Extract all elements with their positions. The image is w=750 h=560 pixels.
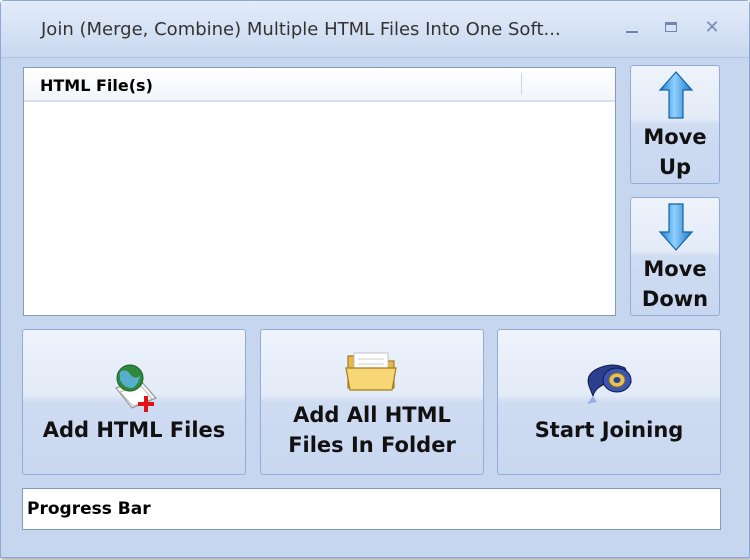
minimize-button[interactable] — [621, 17, 643, 39]
maximize-button[interactable] — [661, 17, 683, 39]
tape-icon — [587, 364, 632, 404]
close-button[interactable]: ✕ — [701, 17, 723, 39]
move-up-button[interactable]: Move Up — [630, 65, 720, 184]
add-folder-label-line1: Add All HTML — [293, 403, 451, 427]
add-html-files-button[interactable]: Add HTML Files — [22, 329, 246, 475]
column-separator[interactable] — [521, 73, 522, 95]
title-bar[interactable]: Join (Merge, Combine) Multiple HTML File… — [1, 1, 749, 58]
add-html-files-label: Add HTML Files — [42, 418, 226, 442]
minimize-icon — [626, 31, 638, 33]
window-title: Join (Merge, Combine) Multiple HTML File… — [41, 19, 561, 40]
move-down-label: Move Down — [631, 254, 719, 314]
move-up-label: Move Up — [631, 122, 719, 182]
start-joining-label: Start Joining — [534, 418, 684, 442]
add-all-html-files-in-folder-button[interactable]: Add All HTML Files In Folder — [260, 329, 484, 475]
folder-icon — [345, 352, 397, 391]
close-icon: ✕ — [704, 17, 720, 38]
progress-bar-label: Progress Bar — [27, 499, 151, 519]
move-down-label-line1: Move — [643, 257, 707, 281]
down-arrow-icon — [658, 203, 694, 251]
add-folder-label-line2: Files In Folder — [288, 433, 456, 457]
html-file-list[interactable]: HTML File(s) — [23, 67, 616, 316]
progress-bar: Progress Bar — [22, 488, 721, 530]
app-window: Join (Merge, Combine) Multiple HTML File… — [0, 0, 750, 558]
move-down-label-line2: Down — [641, 287, 709, 311]
add-folder-label: Add All HTML Files In Folder — [261, 400, 483, 460]
start-joining-button[interactable]: Start Joining — [497, 329, 721, 475]
html-file-add-icon — [115, 364, 157, 412]
move-up-label-line1: Move — [643, 125, 707, 149]
list-header: HTML File(s) — [24, 68, 615, 102]
move-up-label-line2: Up — [658, 155, 692, 179]
maximize-icon — [665, 22, 677, 32]
up-arrow-icon — [658, 71, 694, 119]
column-header-html-files[interactable]: HTML File(s) — [40, 76, 153, 95]
move-down-button[interactable]: Move Down — [630, 197, 720, 316]
